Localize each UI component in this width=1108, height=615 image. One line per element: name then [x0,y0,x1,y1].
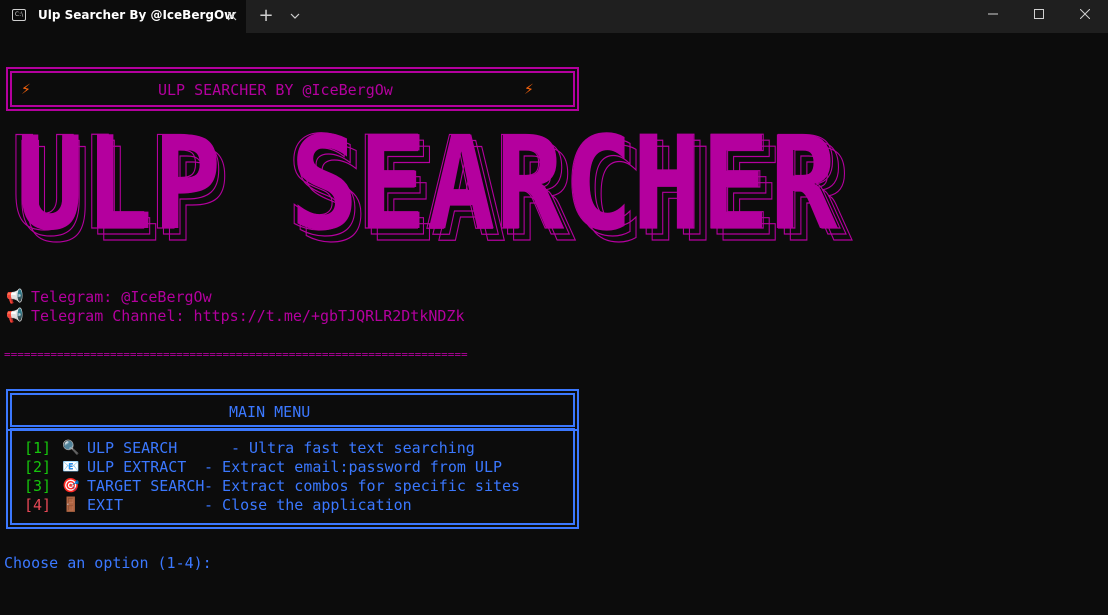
menu-item-key: [4] [24,496,52,514]
menu-item-desc: - Close the application [204,496,412,514]
new-tab-button[interactable]: + [257,6,275,26]
menu-item-key: [1] [24,439,52,457]
plus-icon: + [258,5,274,26]
menu-title-box: MAIN MENU [6,389,579,431]
tab-dropdown-button[interactable] [285,6,305,26]
megaphone-icon: 📢 [6,308,24,324]
menu-item-label: EXIT [87,496,205,514]
menu-item-key: [2] [24,458,52,476]
magnifier-icon: 🔍 [62,440,80,456]
envelope-icon: 📧 [62,459,80,475]
close-window-button[interactable] [1062,0,1108,28]
minimize-button[interactable] [970,0,1016,28]
menu-item-key: [3] [24,477,52,495]
menu-items-box: [1] 🔍 ULP SEARCH - Ultra fast text searc… [6,428,579,529]
door-icon: 🚪 [62,497,80,513]
close-icon [227,11,237,21]
tab-close-button[interactable] [224,7,240,25]
menu-title: MAIN MENU [229,403,311,421]
terminal-icon: C:\ [12,9,26,21]
menu-item-label: ULP SEARCH [87,439,214,457]
banner-title: ULP SEARCHER BY @IceBergOw [158,81,393,99]
terminal-tab[interactable]: C:\ Ulp Searcher By @IceBergOw [0,0,246,33]
minimize-icon [988,13,998,15]
logo-fill: ULP SEARCHER [16,128,839,258]
menu-item-label: TARGET SEARCH [87,477,205,495]
menu-item-desc: - Extract combos for specific sites [204,477,521,495]
bolt-icon: ⚡ [21,82,31,98]
tab-title: Ulp Searcher By @IceBergOw [38,8,236,22]
input-prompt[interactable]: Choose an option (1-4): [4,554,212,573]
terminal-output[interactable]: ⚡ ULP SEARCHER BY @IceBergOw ⚡ ULP SEARC… [0,33,1108,615]
menu-item-desc: - Extract email:password from ULP [204,458,503,476]
banner-box: ⚡ ULP SEARCHER BY @IceBergOw ⚡ [6,67,579,111]
contact-text: Telegram: @IceBergOw [31,288,212,306]
close-icon [1080,9,1090,19]
target-icon: 🎯 [62,478,80,494]
menu-item-label: ULP EXTRACT [87,458,205,476]
megaphone-icon: 📢 [6,289,24,305]
chevron-down-icon [290,13,300,19]
divider-line: ========================================… [4,348,468,361]
maximize-icon [1034,9,1044,19]
bolt-icon: ⚡ [524,82,534,98]
window-title-bar[interactable]: C:\ Ulp Searcher By @IceBergOw + [0,0,1108,33]
maximize-button[interactable] [1016,0,1062,28]
menu-item-desc: - Ultra fast text searching [231,439,475,457]
contact-text: Telegram Channel: https://t.me/+gbTJQRLR… [31,307,465,325]
ascii-logo: ULP SEARCHER ULP SEARCHER ULP SEARCHER U… [9,128,853,258]
